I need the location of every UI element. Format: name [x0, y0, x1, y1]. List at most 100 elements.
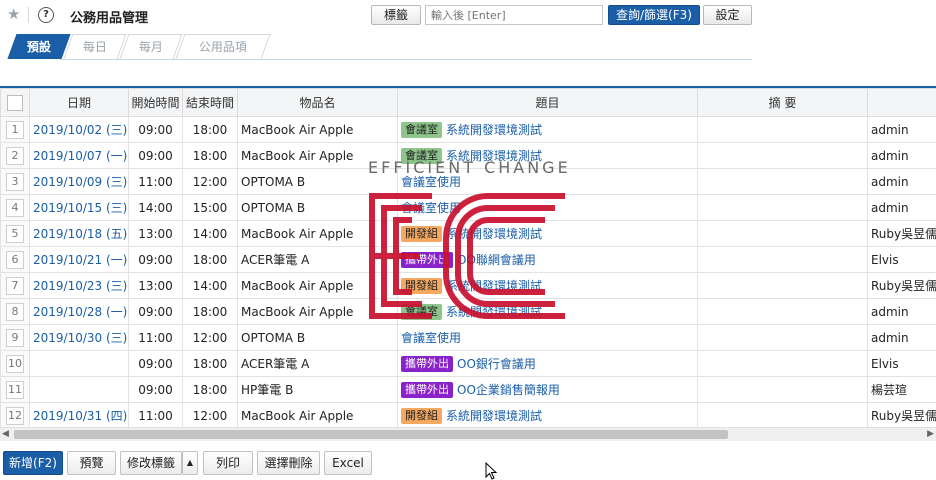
row-number-cell[interactable]: 6: [0, 246, 30, 273]
table-row[interactable]: 4 2019/10/15 (三) 14:00 15:00 OPTOMA B 會議室使用 ad…: [0, 194, 936, 221]
settings-button[interactable]: 設定: [703, 5, 752, 25]
subject-link[interactable]: 系統開發環境測試: [446, 409, 542, 423]
row-number[interactable]: 12: [6, 406, 24, 425]
row-number[interactable]: 5: [6, 224, 24, 243]
row-number[interactable]: 2: [6, 146, 24, 165]
scrollbar-thumb[interactable]: [14, 430, 728, 439]
scroll-right-icon[interactable]: ▶: [927, 429, 934, 439]
table-row[interactable]: 12 2019/10/31 (四) 11:00 12:00 MacBook Air Ap…: [0, 402, 936, 427]
subject-cell[interactable]: 開發組 系統開發環境測試: [397, 220, 698, 247]
date-cell[interactable]: 2019/10/02 (三): [29, 116, 129, 143]
subject-link[interactable]: 系統開發環境測試: [446, 149, 542, 163]
subject-link[interactable]: OO企業銷售簡報用: [457, 383, 560, 397]
subject-link[interactable]: OO銀行會議用: [457, 357, 536, 371]
table-row[interactable]: 2 2019/10/07 (一) 09:00 18:00 MacBook Air App…: [0, 142, 936, 169]
tab-monthly[interactable]: 每月: [119, 34, 183, 59]
row-number-cell[interactable]: 7: [0, 272, 30, 299]
table-row[interactable]: 10 09:00 18:00 ACER筆電 A 攜帶外出 OO銀行會議用 Elvis: [0, 350, 936, 377]
table-row[interactable]: 1 2019/10/02 (三) 09:00 18:00 MacBook Air App…: [0, 116, 936, 143]
table-row[interactable]: 9 2019/10/30 (三) 11:00 12:00 OPTOMA B 會議室使用 ad…: [0, 324, 936, 351]
subject-link[interactable]: 會議室使用: [401, 201, 461, 215]
subject-cell[interactable]: 會議室 系統開發環境測試: [397, 116, 698, 143]
excel-button[interactable]: Excel: [324, 451, 372, 475]
subject-cell[interactable]: 會議室使用: [397, 168, 698, 195]
row-number[interactable]: 9: [6, 328, 24, 347]
subject-link[interactable]: 系統開發環境測試: [446, 227, 542, 241]
date-cell[interactable]: [29, 376, 129, 403]
favorite-star-icon[interactable]: ★: [7, 5, 20, 23]
date-cell[interactable]: 2019/10/15 (三): [29, 194, 129, 221]
subject-cell[interactable]: 開發組 系統開發環境測試: [397, 272, 698, 299]
row-number-cell[interactable]: 11: [0, 376, 30, 403]
row-number[interactable]: 1: [6, 120, 24, 139]
subject-cell[interactable]: 攜帶外出 OO聯網會議用: [397, 246, 698, 273]
help-icon[interactable]: ?: [38, 7, 54, 23]
subject-cell[interactable]: 會議室使用: [397, 194, 698, 221]
table-row[interactable]: 7 2019/10/23 (三) 13:00 14:00 MacBook Air App…: [0, 272, 936, 299]
row-number[interactable]: 11: [6, 380, 24, 399]
tab-public-items[interactable]: 公用品項: [175, 34, 271, 59]
subject-cell[interactable]: 攜帶外出 OO企業銷售簡報用: [397, 376, 698, 403]
horizontal-scrollbar[interactable]: ◀ ▶: [0, 427, 936, 441]
table-row[interactable]: 11 09:00 18:00 HP筆電 B 攜帶外出 OO企業銷售簡報用 楊芸瑄: [0, 376, 936, 403]
table-row[interactable]: 3 2019/10/09 (三) 11:00 12:00 OPTOMA B 會議室使用 ad…: [0, 168, 936, 195]
date-cell[interactable]: 2019/10/21 (一): [29, 246, 129, 273]
table-row[interactable]: 6 2019/10/21 (一) 09:00 18:00 ACER筆電 A 攜帶外出 OO聯…: [0, 246, 936, 273]
row-number[interactable]: 6: [6, 250, 24, 269]
subject-link[interactable]: 系統開發環境測試: [446, 305, 542, 319]
row-number-cell[interactable]: 4: [0, 194, 30, 221]
column-header-user[interactable]: 用: [867, 88, 936, 117]
table-row[interactable]: 5 2019/10/18 (五) 13:00 14:00 MacBook Air App…: [0, 220, 936, 247]
date-cell[interactable]: 2019/10/07 (一): [29, 142, 129, 169]
date-cell[interactable]: 2019/10/30 (三): [29, 324, 129, 351]
select-all-checkbox[interactable]: [7, 94, 23, 111]
subject-link[interactable]: 會議室使用: [401, 331, 461, 345]
row-number[interactable]: 3: [6, 172, 24, 191]
query-filter-button[interactable]: 查詢/篩選(F3): [608, 5, 700, 25]
column-header-subject[interactable]: 題目: [397, 88, 698, 117]
row-number-cell[interactable]: 1: [0, 116, 30, 143]
delete-selected-button[interactable]: 選擇刪除: [257, 451, 320, 475]
scroll-left-icon[interactable]: ◀: [2, 429, 9, 439]
add-button[interactable]: 新增(F2): [3, 451, 63, 475]
subject-link[interactable]: 會議室使用: [401, 175, 461, 189]
select-all-header[interactable]: [0, 88, 30, 117]
row-number[interactable]: 8: [6, 302, 24, 321]
date-cell[interactable]: 2019/10/28 (一): [29, 298, 129, 325]
column-header-summary[interactable]: 摘 要: [697, 88, 868, 117]
subject-cell[interactable]: 開發組 系統開發環境測試: [397, 402, 698, 427]
subject-cell[interactable]: 會議室 系統開發環境測試: [397, 142, 698, 169]
subject-link[interactable]: 系統開發環境測試: [446, 279, 542, 293]
edit-tags-button[interactable]: 修改標籤: [120, 451, 182, 475]
column-header-end-time[interactable]: 結束時間: [182, 88, 238, 117]
column-header-date[interactable]: 日期: [29, 88, 129, 117]
date-cell[interactable]: 2019/10/18 (五): [29, 220, 129, 247]
preview-button[interactable]: 預覽: [67, 451, 116, 475]
subject-cell[interactable]: 攜帶外出 OO銀行會議用: [397, 350, 698, 377]
row-number[interactable]: 7: [6, 276, 24, 295]
row-number[interactable]: 4: [6, 198, 24, 217]
print-button[interactable]: 列印: [203, 451, 253, 475]
row-number[interactable]: 10: [6, 354, 24, 373]
tag-button[interactable]: 標籤: [371, 5, 421, 25]
tab-daily[interactable]: 每日: [63, 34, 127, 59]
row-number-cell[interactable]: 2: [0, 142, 30, 169]
table-row[interactable]: 8 2019/10/28 (一) 09:00 18:00 MacBook Air App…: [0, 298, 936, 325]
subject-link[interactable]: 系統開發環境測試: [446, 123, 542, 137]
date-cell[interactable]: 2019/10/09 (三): [29, 168, 129, 195]
subject-cell[interactable]: 會議室使用: [397, 324, 698, 351]
date-cell[interactable]: [29, 350, 129, 377]
column-header-item-name[interactable]: 物品名: [237, 88, 398, 117]
subject-link[interactable]: OO聯網會議用: [457, 253, 536, 267]
row-number-cell[interactable]: 9: [0, 324, 30, 351]
date-cell[interactable]: 2019/10/23 (三): [29, 272, 129, 299]
column-header-start-time[interactable]: 開始時間: [128, 88, 183, 117]
row-number-cell[interactable]: 3: [0, 168, 30, 195]
row-number-cell[interactable]: 5: [0, 220, 30, 247]
edit-tags-dropdown-icon[interactable]: ▲: [182, 451, 198, 475]
row-number-cell[interactable]: 12: [0, 402, 30, 427]
tab-default[interactable]: 預設: [7, 34, 71, 59]
row-number-cell[interactable]: 10: [0, 350, 30, 377]
date-cell[interactable]: 2019/10/31 (四): [29, 402, 129, 427]
row-number-cell[interactable]: 8: [0, 298, 30, 325]
